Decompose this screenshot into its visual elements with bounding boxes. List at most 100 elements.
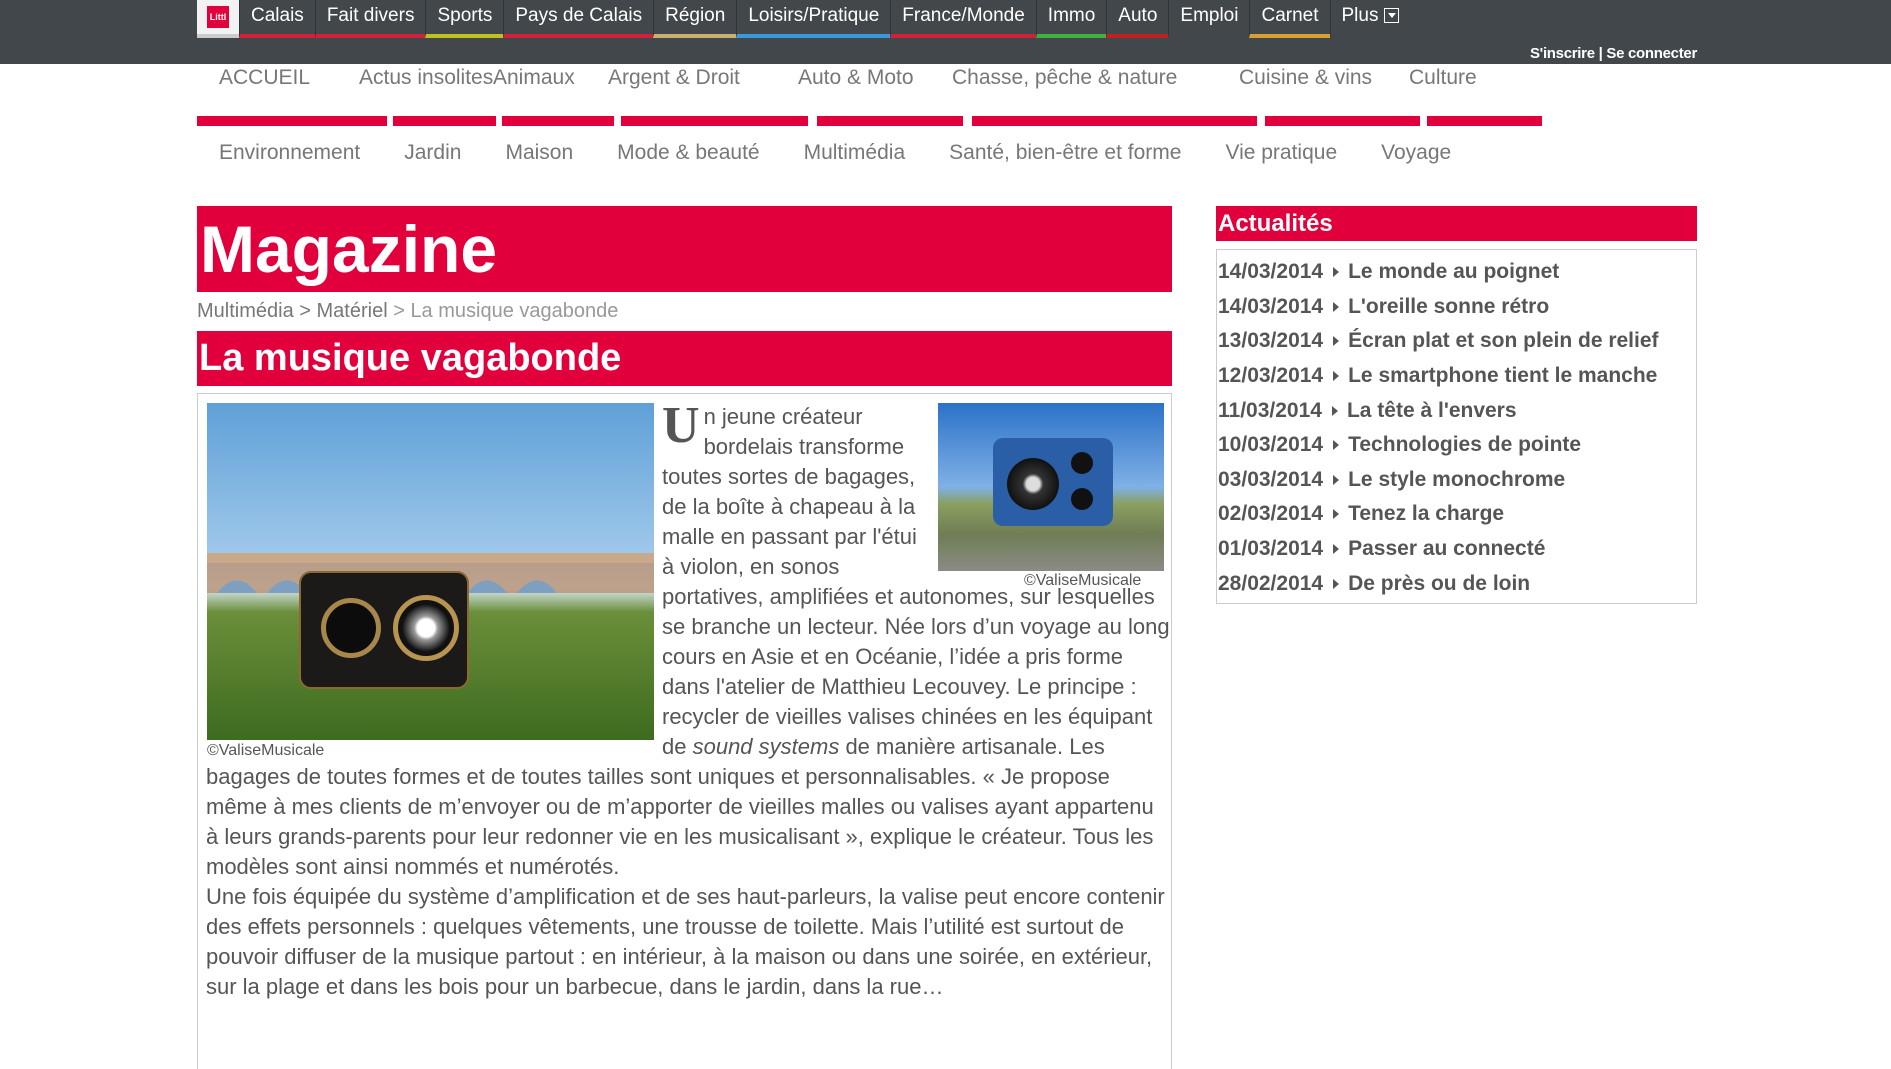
news-date: 14/03/2014 <box>1218 294 1324 318</box>
red-bar <box>393 116 496 126</box>
red-bar <box>197 116 387 126</box>
arrow-right-icon <box>1333 267 1340 278</box>
signup-link[interactable]: S'inscrire <box>1530 45 1595 62</box>
cat-cuisine-vins[interactable]: Cuisine & vins <box>1217 64 1387 118</box>
tab-fait-divers[interactable]: Fait divers <box>314 0 426 38</box>
news-date: 14/03/2014 <box>1218 260 1324 284</box>
cat-auto-moto[interactable]: Auto & Moto <box>776 64 930 118</box>
news-item[interactable]: 14/03/2014 L'oreille sonne rétro <box>1217 290 1696 325</box>
breadcrumb-separator: > <box>293 300 317 322</box>
news-item[interactable]: 03/03/2014 Le style monochrome <box>1217 463 1696 498</box>
cat-actus-insolites[interactable]: Actus insolites <box>359 64 493 118</box>
dropcap: U <box>662 397 700 454</box>
news-title: Le monde au poignet <box>1348 260 1560 284</box>
tab-pays-de-calais[interactable]: Pays de Calais <box>503 0 654 38</box>
red-bar <box>972 116 1257 126</box>
paragraph-emphasis: sound systems <box>692 734 840 759</box>
news-item[interactable]: 13/03/2014 Écran plat et son plein de rel… <box>1217 324 1696 359</box>
tab-plus-label: Plus <box>1341 5 1379 26</box>
tab-immo[interactable]: Immo <box>1035 0 1107 38</box>
news-item[interactable]: 12/03/2014 Le smartphone tient le manche <box>1217 359 1696 394</box>
arrow-right-icon <box>1333 474 1340 485</box>
breadcrumb-separator: > <box>387 300 411 322</box>
cat-voyage[interactable]: Voyage <box>1359 141 1473 171</box>
tab-france-monde[interactable]: France/Monde <box>890 0 1036 38</box>
news-item[interactable]: 10/03/2014 Technologies de pointe <box>1217 428 1696 463</box>
arrow-right-icon <box>1333 440 1340 451</box>
news-date: 03/03/2014 <box>1218 467 1324 491</box>
breadcrumb-multimedia[interactable]: Multimédia <box>197 300 294 322</box>
cat-argent-droit[interactable]: Argent & Droit <box>586 64 776 118</box>
cat-jardin[interactable]: Jardin <box>382 141 483 171</box>
news-item[interactable]: 01/03/2014 Passer au connecté <box>1217 532 1696 567</box>
category-nav-row2: Environnement Jardin Maison Mode & beaut… <box>197 141 1473 171</box>
news-title: Passer au connecté <box>1348 537 1546 561</box>
red-bar <box>502 116 614 126</box>
cat-sante[interactable]: Santé, bien-être et forme <box>927 141 1203 171</box>
sidebar-title: Actualités <box>1216 206 1697 241</box>
breadcrumb: Multimédia > Matériel > La musique vagab… <box>197 300 618 323</box>
news-item[interactable]: 28/02/2014 De près ou de loin <box>1217 566 1696 601</box>
breadcrumb-current: La musique vagabonde <box>410 300 619 322</box>
top-nav: Littl Calais Fait divers Sports Pays de … <box>197 0 1411 38</box>
cat-mode-beaute[interactable]: Mode & beauté <box>595 141 781 171</box>
breadcrumb-materiel[interactable]: Matériel <box>317 300 388 322</box>
news-title: Tenez la charge <box>1348 502 1505 526</box>
logo-icon: Littl <box>207 6 229 28</box>
cat-accueil[interactable]: ACCUEIL <box>197 64 359 118</box>
news-date: 12/03/2014 <box>1218 364 1324 388</box>
auth-links: S'inscrire | Se connecter <box>1530 45 1697 62</box>
section-title: Magazine <box>197 206 1172 292</box>
news-date: 11/03/2014 <box>1218 398 1322 422</box>
news-item[interactable]: 11/03/2014 La tête à l'envers <box>1217 393 1696 428</box>
cat-multimedia[interactable]: Multimédia <box>782 141 928 171</box>
news-date: 10/03/2014 <box>1218 433 1324 457</box>
news-date: 13/03/2014 <box>1218 329 1324 353</box>
arrow-right-icon <box>1333 578 1340 589</box>
article-text: Un jeune créateur bordelais transforme t… <box>206 396 1171 1002</box>
news-title: Le smartphone tient le manche <box>1348 364 1658 388</box>
cat-chasse-peche[interactable]: Chasse, pêche & nature <box>930 64 1217 118</box>
dropdown-icon <box>1384 8 1400 23</box>
news-title: Écran plat et son plein de relief <box>1348 329 1659 353</box>
tab-sports[interactable]: Sports <box>425 0 504 38</box>
cat-environnement[interactable]: Environnement <box>197 141 382 171</box>
login-link[interactable]: Se connecter <box>1606 45 1697 62</box>
category-red-bars <box>197 116 1544 126</box>
news-date: 01/03/2014 <box>1218 537 1324 561</box>
tab-plus[interactable]: Plus <box>1329 0 1411 38</box>
article-title: La musique vagabonde <box>197 331 1172 386</box>
news-date: 02/03/2014 <box>1218 502 1324 526</box>
article-paragraph: Une fois équipée du système d’amplificat… <box>206 884 1165 999</box>
tab-region[interactable]: Région <box>653 0 737 38</box>
arrow-right-icon <box>1331 405 1338 416</box>
news-title: La tête à l'envers <box>1346 398 1517 422</box>
arrow-right-icon <box>1333 509 1340 520</box>
tab-emploi[interactable]: Emploi <box>1168 0 1250 38</box>
red-bar <box>621 116 808 126</box>
arrow-right-icon <box>1333 301 1340 312</box>
tab-loisirs[interactable]: Loisirs/Pratique <box>736 0 891 38</box>
cat-animaux[interactable]: Animaux <box>471 64 586 118</box>
article-body: ©ValiseMusicale ©ValiseMusicale Un jeune… <box>197 393 1172 1069</box>
news-item[interactable]: 02/03/2014 Tenez la charge <box>1217 497 1696 532</box>
news-title: Technologies de pointe <box>1348 433 1582 457</box>
arrow-right-icon <box>1333 544 1340 555</box>
top-bar: Littl Calais Fait divers Sports Pays de … <box>0 0 1891 64</box>
cat-maison[interactable]: Maison <box>483 141 595 171</box>
red-bar <box>1265 116 1420 126</box>
news-item[interactable]: 14/03/2014 Le monde au poignet <box>1217 255 1696 290</box>
red-bar <box>1427 116 1542 126</box>
news-title: Le style monochrome <box>1348 467 1566 491</box>
arrow-right-icon <box>1333 371 1340 382</box>
site-logo[interactable]: Littl <box>197 0 239 38</box>
cat-vie-pratique[interactable]: Vie pratique <box>1203 141 1359 171</box>
sidebar-news-list: 14/03/2014 Le monde au poignet 14/03/2014… <box>1216 249 1697 604</box>
tab-calais[interactable]: Calais <box>239 0 315 38</box>
tab-carnet[interactable]: Carnet <box>1249 0 1330 38</box>
cat-culture[interactable]: Culture <box>1387 64 1507 118</box>
arrow-right-icon <box>1333 336 1340 347</box>
news-title: De près ou de loin <box>1348 571 1531 595</box>
tab-auto[interactable]: Auto <box>1106 0 1169 38</box>
red-bar <box>817 116 963 126</box>
